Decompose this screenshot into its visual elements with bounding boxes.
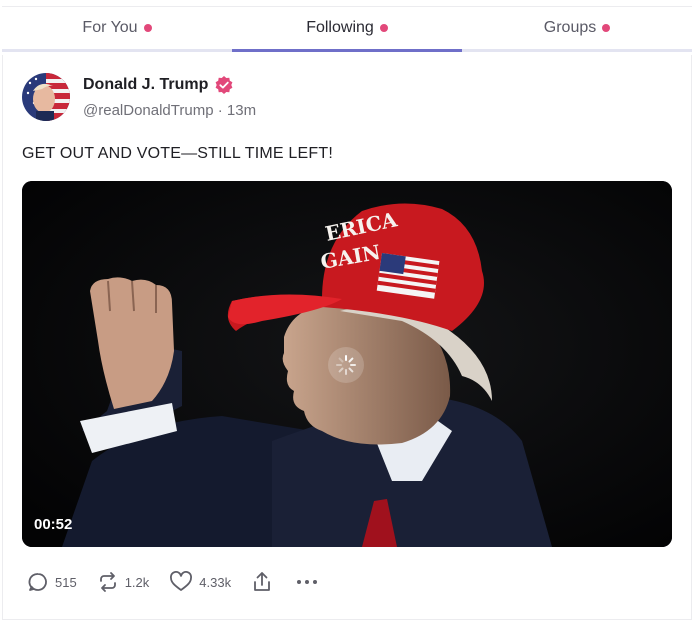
- author-handle[interactable]: @realDonaldTrump: [83, 102, 214, 119]
- feed-frame: For You Following Groups Donald J. Trump…: [0, 0, 700, 623]
- repost-icon: [99, 572, 116, 592]
- tab-groups-label: Groups: [543, 19, 597, 36]
- verified-badge-icon: [215, 76, 233, 94]
- tab-groups[interactable]: Groups: [462, 7, 692, 49]
- tab-for-you[interactable]: For You: [2, 7, 232, 49]
- repost-button[interactable]: 1.2k: [97, 571, 150, 593]
- share-icon: [254, 572, 270, 591]
- avatar[interactable]: [22, 73, 70, 121]
- tab-for-you-badge: [143, 24, 152, 32]
- post-time[interactable]: 13m: [227, 102, 256, 119]
- author-row: Donald J. Trump: [83, 75, 234, 95]
- tab-following-badge: [379, 24, 388, 32]
- like-button[interactable]: 4.33k: [169, 571, 231, 593]
- video-player[interactable]: ERICA GAIN 00:52: [22, 181, 672, 547]
- video-duration: 00:52: [34, 516, 73, 533]
- reply-button[interactable]: 515: [27, 571, 77, 593]
- loading-spinner-icon: [328, 347, 364, 383]
- like-count: 4.33k: [199, 574, 232, 590]
- time-separator: ·: [213, 102, 227, 119]
- share-button[interactable]: [251, 570, 273, 594]
- author-name[interactable]: Donald J. Trump: [83, 76, 208, 94]
- repost-count: 1.2k: [124, 574, 150, 590]
- tab-groups-badge: [602, 24, 611, 32]
- heart-icon: [170, 571, 193, 591]
- reply-icon: [28, 573, 47, 591]
- tab-for-you-label: For You: [82, 19, 138, 36]
- post-actions: 515 1.2k 4.33k: [27, 568, 341, 596]
- more-button[interactable]: [295, 578, 319, 586]
- handle-row: @realDonaldTrump · 13m: [83, 102, 256, 119]
- more-icon: [297, 580, 318, 584]
- post-text: GET OUT AND VOTE—STILL TIME LEFT!: [22, 145, 333, 162]
- tab-following-label: Following: [306, 19, 374, 36]
- feed-tabs: For You Following Groups: [2, 6, 692, 52]
- post-card: Donald J. Trump @realDonaldTrump · 13m G…: [2, 55, 692, 620]
- reply-count: 515: [55, 574, 77, 590]
- tab-following[interactable]: Following: [232, 7, 462, 52]
